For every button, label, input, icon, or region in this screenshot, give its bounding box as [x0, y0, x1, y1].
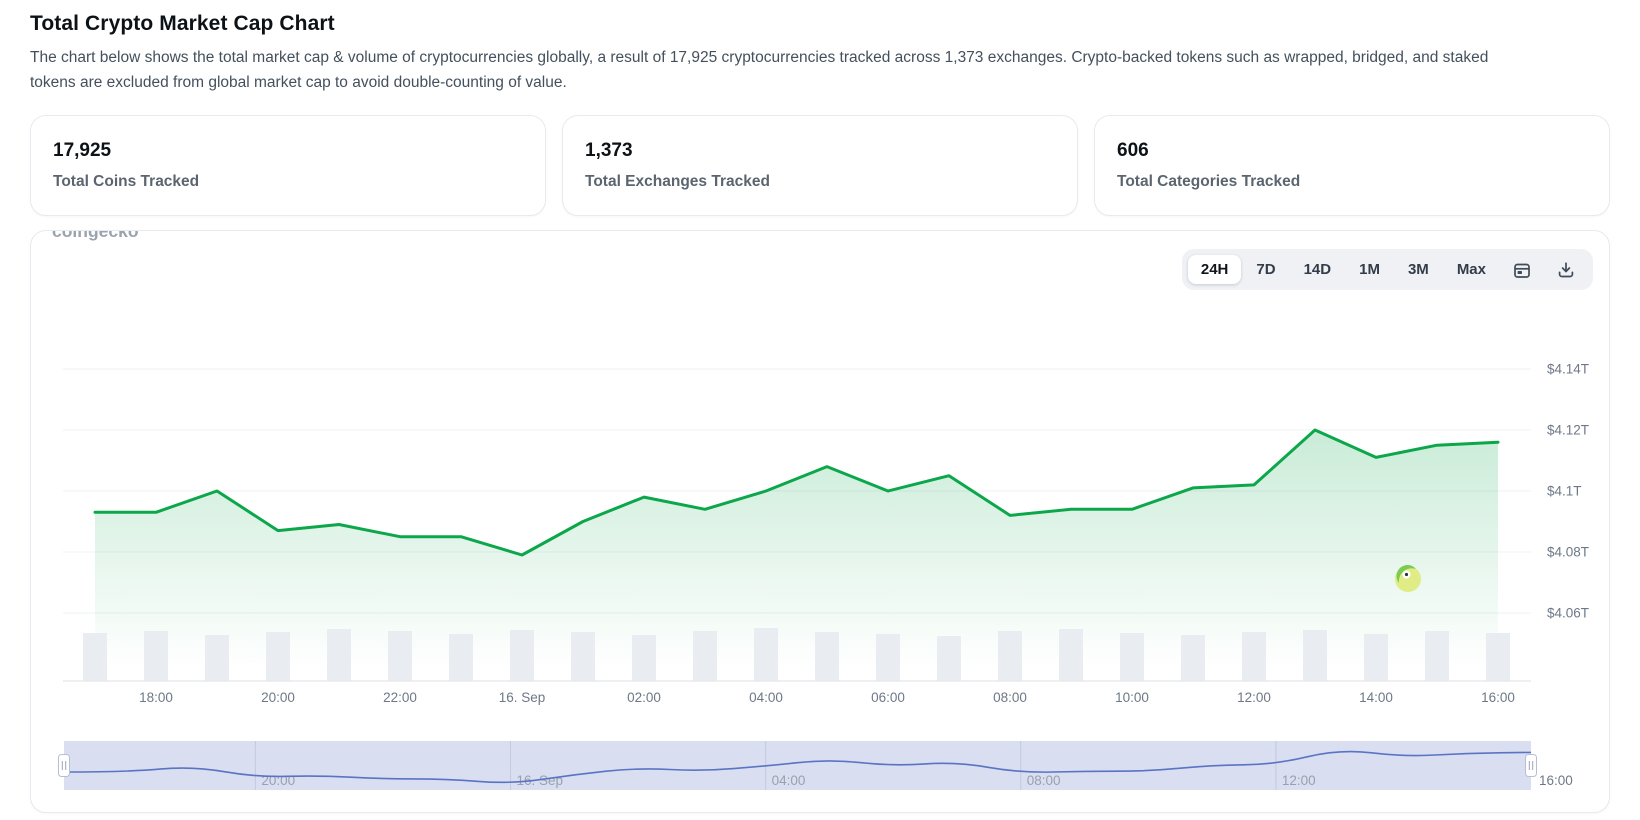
stat-label: Total Categories Tracked: [1117, 173, 1587, 191]
volume-bar: [998, 631, 1022, 681]
market-cap-chart[interactable]: $4.14T$4.12T$4.1T$4.08T$4.06T18:0020:002…: [31, 231, 1610, 812]
volume-bar: [754, 628, 778, 681]
volume-bar: [327, 629, 351, 681]
stat-label: Total Coins Tracked: [53, 173, 523, 191]
navigator-left-handle[interactable]: [59, 755, 70, 777]
x-axis-label: 04:00: [749, 690, 783, 705]
volume-bar: [266, 632, 290, 681]
x-axis-label: 06:00: [871, 690, 905, 705]
volume-bar: [1242, 632, 1266, 681]
volume-bar: [1425, 631, 1449, 681]
gecko-pupil: [1405, 573, 1408, 576]
x-axis-label: 22:00: [383, 690, 417, 705]
stat-value: 1,373: [585, 140, 1055, 162]
navigator-right-handle[interactable]: [1526, 755, 1537, 777]
navigator-label: 08:00: [1027, 773, 1061, 788]
range-button-24h[interactable]: 24H: [1188, 255, 1242, 284]
x-axis-label: 16:00: [1481, 690, 1515, 705]
range-selector: 24H 7D 14D 1M 3M Max: [1182, 249, 1593, 290]
x-axis-label: 20:00: [261, 690, 295, 705]
chart-card: 24H 7D 14D 1M 3M Max $4.14T$4.1: [30, 230, 1610, 813]
volume-bar: [1181, 635, 1205, 681]
volume-bar: [510, 630, 534, 681]
x-axis-label: 10:00: [1115, 690, 1149, 705]
x-axis-label: 14:00: [1359, 690, 1393, 705]
navigator-label: 12:00: [1282, 773, 1316, 788]
stat-value: 17,925: [53, 140, 523, 162]
calendar-button[interactable]: [1501, 256, 1543, 284]
stat-card-coins: 17,925 Total Coins Tracked: [30, 115, 546, 216]
watermark-text: coingecko: [52, 231, 139, 241]
volume-bar: [876, 634, 900, 681]
y-axis-label: $4.12T: [1547, 423, 1589, 438]
stat-card-categories: 606 Total Categories Tracked: [1094, 115, 1610, 216]
stat-label: Total Exchanges Tracked: [585, 173, 1055, 191]
calendar-icon: [1512, 260, 1532, 280]
navigator-label: 20:00: [261, 773, 295, 788]
volume-bar: [1059, 629, 1083, 681]
range-button-7d[interactable]: 7D: [1243, 255, 1288, 284]
volume-bar: [815, 632, 839, 681]
x-axis-label: 12:00: [1237, 690, 1271, 705]
volume-bar: [1486, 633, 1510, 681]
page-title: Total Crypto Market Cap Chart: [30, 12, 1610, 36]
volume-bar: [1120, 633, 1144, 681]
stat-value: 606: [1117, 140, 1587, 162]
range-button-1m[interactable]: 1M: [1346, 255, 1393, 284]
volume-bar: [1364, 634, 1388, 681]
x-axis-label: 16. Sep: [499, 690, 546, 705]
y-axis-label: $4.06T: [1547, 606, 1589, 621]
range-button-14d[interactable]: 14D: [1291, 255, 1345, 284]
volume-bar: [144, 631, 168, 681]
navigator-label: 16. Sep: [516, 773, 563, 788]
y-axis-label: $4.1T: [1547, 484, 1582, 499]
stats-row: 17,925 Total Coins Tracked 1,373 Total E…: [30, 115, 1610, 216]
navigator-end-label: 16:00: [1539, 773, 1573, 788]
volume-bar: [83, 633, 107, 681]
volume-bar: [693, 631, 717, 681]
x-axis-label: 08:00: [993, 690, 1027, 705]
range-button-3m[interactable]: 3M: [1395, 255, 1442, 284]
volume-bar: [632, 635, 656, 681]
volume-bar: [1303, 630, 1327, 681]
volume-bar: [937, 636, 961, 681]
y-axis-label: $4.14T: [1547, 362, 1589, 377]
volume-bar: [449, 634, 473, 681]
navigator-label: 04:00: [772, 773, 806, 788]
x-axis-label: 02:00: [627, 690, 661, 705]
stat-card-exchanges: 1,373 Total Exchanges Tracked: [562, 115, 1078, 216]
volume-bar: [571, 632, 595, 681]
page-description: The chart below shows the total market c…: [30, 45, 1535, 95]
volume-bar: [205, 635, 229, 681]
range-button-max[interactable]: Max: [1444, 255, 1499, 284]
market-cap-page: Total Crypto Market Cap Chart The chart …: [0, 0, 1640, 813]
y-axis-label: $4.08T: [1547, 545, 1589, 560]
x-axis-label: 18:00: [139, 690, 173, 705]
download-icon: [1556, 260, 1576, 280]
volume-bar: [388, 631, 412, 681]
market-cap-area: [95, 430, 1498, 681]
download-button[interactable]: [1545, 256, 1587, 284]
